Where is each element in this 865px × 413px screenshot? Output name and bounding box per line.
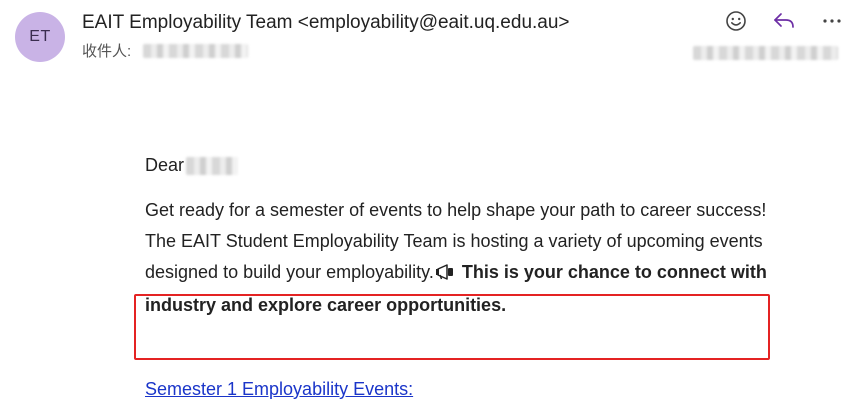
recipient-row: 收件人:: [82, 40, 249, 61]
events-link[interactable]: Semester 1 Employability Events:: [145, 379, 413, 400]
recipient-label: 收件人:: [82, 43, 132, 60]
greeting-text: Dear: [145, 155, 185, 175]
redacted-timestamp: [693, 46, 838, 60]
redacted-recipient: [143, 43, 249, 58]
message-body: Dear Get ready for a semester of events …: [145, 150, 775, 321]
emoji-icon[interactable]: [725, 8, 747, 34]
greeting-line: Dear: [145, 150, 775, 181]
redacted-name: [186, 156, 239, 175]
sender-name[interactable]: EAIT Employability Team <employability@e…: [82, 12, 570, 34]
message-toolbar: [725, 8, 843, 34]
avatar[interactable]: ET: [15, 12, 65, 62]
more-icon[interactable]: [821, 8, 843, 34]
reply-icon[interactable]: [773, 8, 795, 34]
email-view: ET EAIT Employability Team <employabilit…: [0, 0, 865, 413]
intro-paragraph: Get ready for a semester of events to he…: [145, 195, 775, 321]
megaphone-icon: [435, 259, 455, 290]
avatar-initials: ET: [29, 28, 51, 45]
